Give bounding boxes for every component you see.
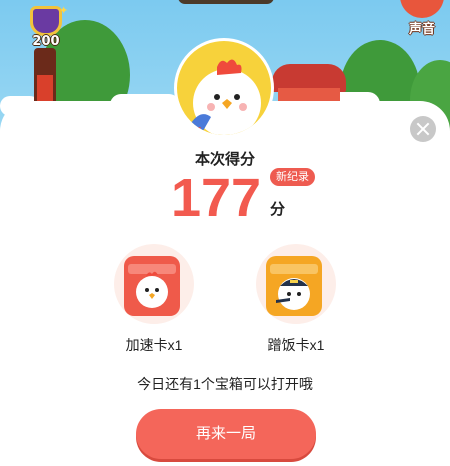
level-progress-bar: [34, 48, 56, 108]
top-center-bar: [178, 0, 274, 4]
result-title: 本次得分: [194, 151, 255, 168]
reward-label: 蹭饭卡x1: [267, 337, 325, 353]
sound-icon: [400, 0, 444, 18]
score-unit: 分: [270, 201, 286, 218]
close-button[interactable]: [410, 116, 436, 142]
star-icon: ✦: [59, 4, 69, 17]
score-value: 177: [170, 168, 262, 228]
new-record-badge: 新纪录: [270, 168, 315, 186]
chicken-avatar: [174, 38, 274, 138]
level-badge[interactable]: ✦ 200: [24, 4, 69, 49]
level-shield-icon: [30, 6, 62, 36]
reward-label: 加速卡x1: [125, 337, 183, 353]
sound-button[interactable]: 声音: [396, 0, 448, 36]
replay-button[interactable]: 再来一局: [136, 409, 316, 459]
level-number: 200: [32, 34, 60, 49]
speed-card-icon: [124, 256, 180, 316]
chest-remaining-note: 今日还有1个宝箱可以打开哦: [137, 376, 313, 392]
meal-card-icon: [266, 256, 322, 316]
score-row: 177 新纪录 分: [0, 168, 450, 228]
sound-label: 声音: [408, 21, 435, 36]
